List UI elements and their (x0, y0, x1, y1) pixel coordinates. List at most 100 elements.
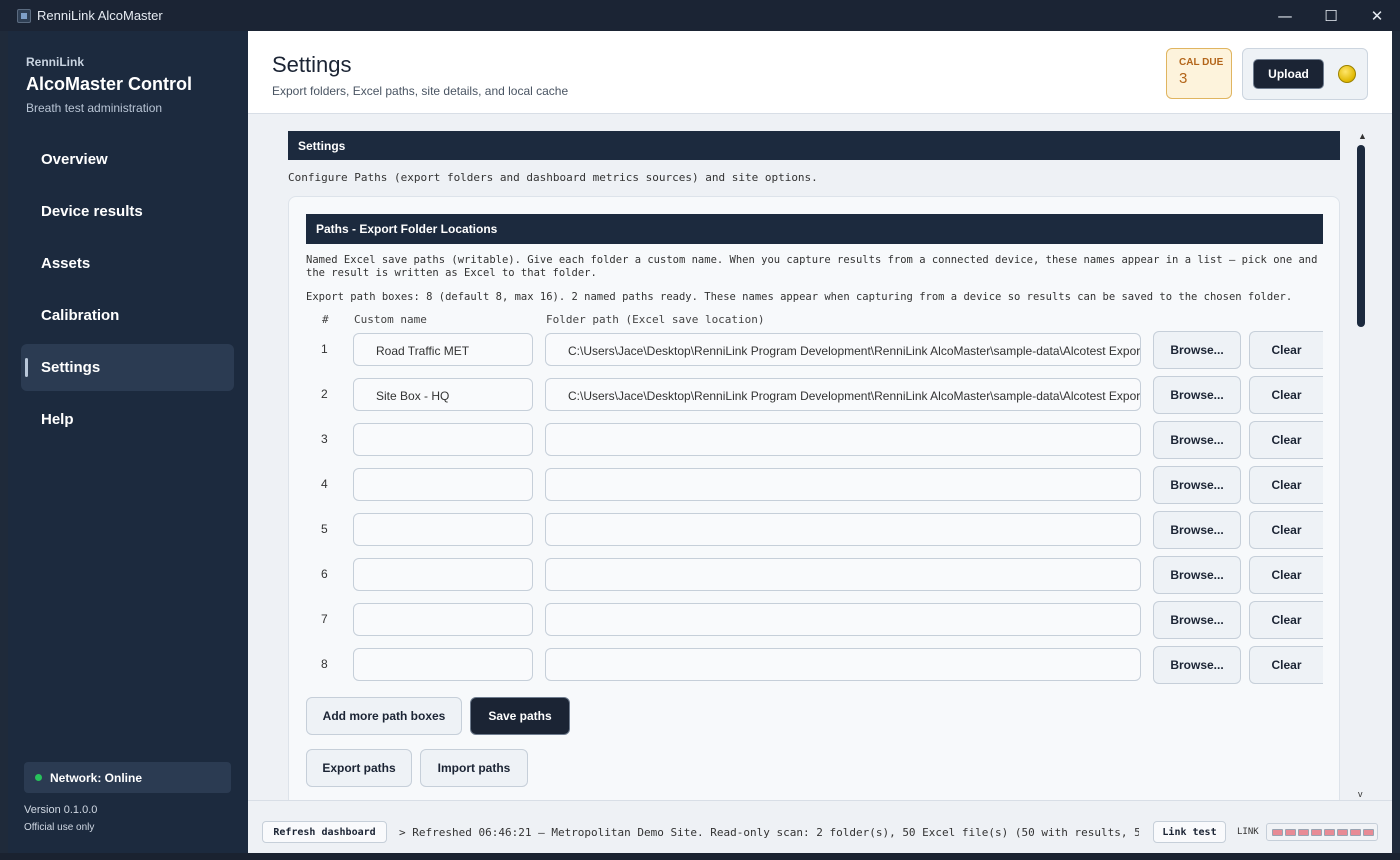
custom-name-input[interactable] (353, 513, 533, 546)
add-more-path-boxes-button[interactable]: Add more path boxes (306, 697, 462, 735)
folder-path-input[interactable] (545, 513, 1141, 546)
upload-panel: Upload (1242, 48, 1368, 100)
sidebar-item-overview[interactable]: Overview (21, 136, 234, 183)
row-number: 6 (321, 567, 328, 581)
folder-path-input[interactable] (545, 558, 1141, 591)
official-label: Official use only (24, 822, 95, 833)
clear-button[interactable]: Clear (1249, 646, 1323, 684)
row-number: 4 (321, 477, 328, 491)
paths-count: Export path boxes: 8 (default 8, max 16)… (306, 291, 1293, 303)
clear-button[interactable]: Clear (1249, 601, 1323, 639)
path-row: 5 Browse... Clear (289, 511, 1341, 549)
folder-path-input[interactable]: C:\Users\Jace\Desktop\RenniLink Program … (545, 378, 1141, 411)
page-subtitle: Export folders, Excel paths, site detail… (272, 84, 569, 98)
sidebar-item-calibration[interactable]: Calibration (21, 292, 234, 339)
import-paths-button[interactable]: Import paths (420, 749, 528, 787)
status-led-icon (1338, 65, 1356, 83)
desktop-edge (1392, 31, 1400, 860)
row-number: 8 (321, 657, 328, 671)
path-row: 4 Browse... Clear (289, 466, 1341, 504)
cal-due-badge[interactable]: CAL DUE 3 (1166, 48, 1232, 99)
sidebar-item-device-results[interactable]: Device results (21, 188, 234, 235)
custom-name-input[interactable] (353, 648, 533, 681)
path-row: 7 Browse... Clear (289, 601, 1341, 639)
clear-button[interactable]: Clear (1249, 511, 1323, 549)
path-row: 8 Browse... Clear (289, 646, 1341, 684)
folder-path-input[interactable] (545, 648, 1141, 681)
export-paths-button[interactable]: Export paths (306, 749, 412, 787)
sidebar-nav: Overview Device results Assets Calibrati… (21, 136, 234, 448)
path-row: 6 Browse... Clear (289, 556, 1341, 594)
brand-small: RenniLink (26, 55, 85, 69)
link-test-button[interactable]: Link test (1153, 821, 1226, 843)
window-title: RenniLink AlcoMaster (37, 8, 163, 23)
custom-name-input[interactable]: Road Traffic MET (353, 333, 533, 366)
folder-path-input[interactable] (545, 468, 1141, 501)
custom-name-input[interactable] (353, 468, 533, 501)
link-meter-segment (1350, 828, 1361, 836)
row-number: 1 (321, 342, 328, 356)
network-status: Network: Online (24, 762, 231, 793)
clear-button[interactable]: Clear (1249, 421, 1323, 459)
browse-button[interactable]: Browse... (1153, 466, 1241, 504)
custom-name-input[interactable] (353, 558, 533, 591)
status-footer: Refresh dashboard > Refreshed 06:46:21 –… (248, 800, 1392, 853)
sidebar-item-help[interactable]: Help (21, 396, 234, 443)
refresh-dashboard-button[interactable]: Refresh dashboard (262, 821, 387, 843)
page-title: Settings (272, 52, 352, 77)
custom-name-input[interactable] (353, 603, 533, 636)
folder-path-input[interactable]: C:\Users\Jace\Desktop\RenniLink Program … (545, 333, 1141, 366)
page-header: Settings Export folders, Excel paths, si… (248, 31, 1392, 114)
link-meter-segment (1337, 828, 1348, 836)
minimize-button[interactable]: — (1262, 0, 1308, 31)
paths-section-title: Paths - Export Folder Locations (306, 214, 1323, 244)
link-meter-segment (1272, 828, 1283, 836)
status-dot-icon (35, 774, 42, 781)
row-number: 5 (321, 522, 328, 536)
sidebar-item-assets[interactable]: Assets (21, 240, 234, 287)
col-header-name: Custom name (354, 313, 427, 326)
clear-button[interactable]: Clear (1249, 556, 1323, 594)
path-row: 1 Road Traffic MET C:\Users\Jace\Desktop\R… (289, 331, 1341, 369)
path-row: 3 Browse... Clear (289, 421, 1341, 459)
scrollbar-thumb[interactable] (1357, 145, 1365, 327)
content-area: Settings Configure Paths (export folders… (248, 115, 1392, 800)
clear-button[interactable]: Clear (1249, 376, 1323, 414)
col-header-path: Folder path (Excel save location) (546, 313, 765, 326)
scroll-down-arrow-icon[interactable]: v (1358, 789, 1363, 799)
scroll-up-arrow-icon[interactable]: ▲ (1358, 131, 1367, 141)
browse-button[interactable]: Browse... (1153, 421, 1241, 459)
custom-name-input[interactable] (353, 423, 533, 456)
browse-button[interactable]: Browse... (1153, 376, 1241, 414)
link-meter-segment (1298, 828, 1309, 836)
custom-name-input[interactable]: Site Box - HQ (353, 378, 533, 411)
row-number: 7 (321, 612, 328, 626)
cal-due-label: CAL DUE (1179, 57, 1224, 68)
save-paths-button[interactable]: Save paths (470, 697, 570, 735)
clear-button[interactable]: Clear (1249, 331, 1323, 369)
desktop-edge-bottom (0, 853, 1400, 860)
browse-button[interactable]: Browse... (1153, 646, 1241, 684)
main-panel: Settings Export folders, Excel paths, si… (248, 31, 1392, 853)
folder-path-input[interactable] (545, 603, 1141, 636)
settings-description: Configure Paths (export folders and dash… (288, 171, 818, 184)
sidebar-item-settings[interactable]: Settings (21, 344, 234, 391)
browse-button[interactable]: Browse... (1153, 331, 1241, 369)
link-meter-segment (1363, 828, 1374, 836)
row-number: 2 (321, 387, 328, 401)
browse-button[interactable]: Browse... (1153, 601, 1241, 639)
clear-button[interactable]: Clear (1249, 466, 1323, 504)
folder-path-input[interactable] (545, 423, 1141, 456)
network-status-label: Network: Online (50, 770, 143, 785)
app-icon (17, 8, 31, 23)
col-header-num: # (322, 313, 329, 326)
browse-button[interactable]: Browse... (1153, 556, 1241, 594)
browse-button[interactable]: Browse... (1153, 511, 1241, 549)
maximize-button[interactable]: ☐ (1308, 0, 1354, 31)
upload-button[interactable]: Upload (1253, 59, 1324, 89)
row-number: 3 (321, 432, 328, 446)
close-button[interactable]: ✕ (1354, 0, 1400, 31)
scrollbar[interactable]: ▲ v (1355, 131, 1367, 800)
link-meter-segment (1311, 828, 1322, 836)
window-titlebar: RenniLink AlcoMaster — ☐ ✕ (0, 0, 1400, 31)
